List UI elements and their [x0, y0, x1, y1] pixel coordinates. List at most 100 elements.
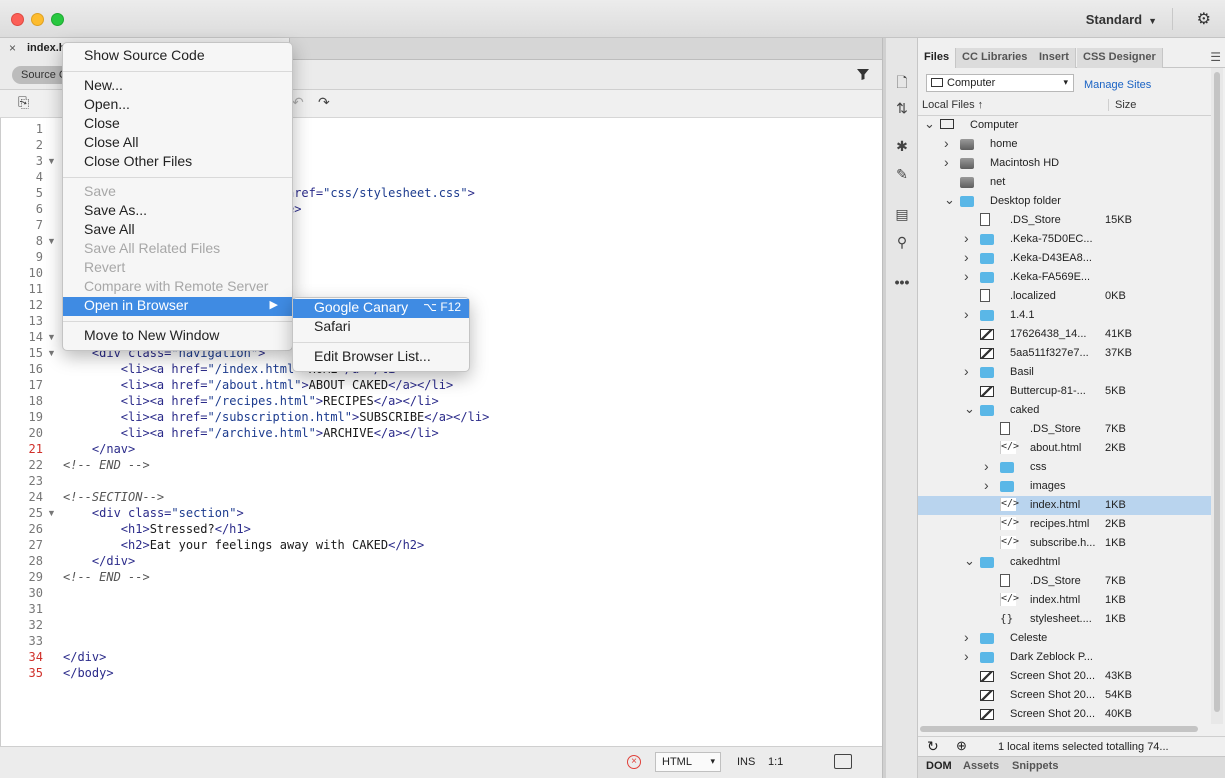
fold-toggle-icon[interactable]: ▼ — [47, 332, 56, 342]
file-tree-row[interactable]: › 1.4.1 — [918, 306, 1211, 325]
undo-icon[interactable]: ↶ — [292, 94, 304, 111]
chevron-right-icon[interactable]: › — [944, 154, 949, 170]
menu-item-close-other-files[interactable]: Close Other Files — [63, 153, 292, 172]
code-line[interactable]: <h1>Stressed?</h1> — [63, 522, 251, 536]
menu-item-open[interactable]: Open... — [63, 96, 292, 115]
file-tree-row[interactable]: › css — [918, 458, 1211, 477]
css-designer-icon[interactable]: ✎ — [892, 166, 912, 183]
file-tree-row[interactable]: › .Keka-FA569E... — [918, 268, 1211, 287]
file-tree-row[interactable]: .DS_Store 15KB — [918, 211, 1211, 230]
files-panel-icon[interactable]: 🗋 — [892, 72, 912, 96]
search-icon[interactable]: ⚲ — [892, 234, 912, 251]
code-line[interactable]: </body> — [63, 666, 114, 680]
code-line[interactable]: <div class="section"> — [63, 506, 244, 520]
chevron-right-icon[interactable]: › — [964, 306, 969, 322]
tab-css-designer[interactable]: CSS Designer — [1077, 48, 1163, 68]
chevron-down-icon[interactable]: ⌄ — [964, 553, 975, 569]
redo-icon[interactable]: ↷ — [318, 94, 330, 111]
file-tree-row[interactable]: 17626438_14... 41KB — [918, 325, 1211, 344]
horizontal-scrollbar[interactable] — [918, 724, 1211, 734]
file-tree-row[interactable]: › Dark Zeblock P... — [918, 648, 1211, 667]
fold-toggle-icon[interactable]: ▼ — [47, 156, 56, 166]
sort-icon[interactable]: ⇅ — [892, 100, 912, 117]
error-icon[interactable]: × — [627, 755, 641, 769]
insert-icon[interactable]: ✱ — [892, 138, 912, 155]
filter-icon[interactable] — [856, 67, 870, 81]
scrollbar-thumb[interactable] — [920, 726, 1198, 732]
chevron-right-icon[interactable]: › — [964, 249, 969, 265]
code-line[interactable]: <li><a href="/subscription.html">SUBSCRI… — [63, 410, 490, 424]
site-select[interactable]: Computer ▾ — [926, 74, 1074, 92]
code-line[interactable]: <li><a href="/recipes.html">RECIPES</a><… — [63, 394, 439, 408]
file-tree-row[interactable]: </> subscribe.h... 1KB — [918, 534, 1211, 553]
local-files-column[interactable]: Local Files ↑ — [922, 99, 983, 111]
gear-icon[interactable]: ⚙ — [1197, 9, 1211, 29]
file-tree-row[interactable]: net — [918, 173, 1211, 192]
file-tree-row[interactable]: </> recipes.html 2KB — [918, 515, 1211, 534]
file-tree-row[interactable]: ⌄ cakedhtml — [918, 553, 1211, 572]
file-tree-row[interactable]: › .Keka-75D0EC... — [918, 230, 1211, 249]
chevron-right-icon[interactable]: › — [964, 230, 969, 246]
file-tree-row[interactable]: › Basil — [918, 363, 1211, 382]
tab-assets[interactable]: Assets — [963, 760, 999, 772]
tab-cc-libraries[interactable]: CC Libraries — [956, 48, 1035, 68]
menu-item-open-in-browser[interactable]: Open in Browser ▶ — [63, 297, 292, 316]
tab-insert[interactable]: Insert — [1033, 48, 1076, 68]
chevron-right-icon[interactable]: › — [944, 135, 949, 151]
chevron-right-icon[interactable]: › — [984, 477, 989, 493]
tab-files[interactable]: Files — [918, 48, 957, 68]
browser-item-google-canary[interactable]: Google Canary ⌥ F12 — [293, 299, 469, 318]
fold-toggle-icon[interactable]: ▼ — [47, 348, 56, 358]
file-tree-row[interactable]: </> index.html 1KB — [918, 591, 1211, 610]
file-tree-row[interactable]: Screen Shot 20... 40KB — [918, 705, 1211, 724]
workspace-switcher[interactable]: Standard ▼ — [1086, 12, 1157, 27]
comment-icon[interactable]: ▤ — [892, 206, 912, 223]
file-tree-row[interactable]: {} stylesheet.... 1KB — [918, 610, 1211, 629]
file-tree-row[interactable]: .DS_Store 7KB — [918, 420, 1211, 439]
minimize-window-button[interactable] — [31, 13, 44, 26]
code-line[interactable]: <li><a href="/archive.html">ARCHIVE</a><… — [63, 426, 439, 440]
file-tree-row[interactable]: Screen Shot 20... 54KB — [918, 686, 1211, 705]
fold-toggle-icon[interactable]: ▼ — [47, 508, 56, 518]
panel-menu-icon[interactable]: ☰ — [1210, 50, 1221, 64]
file-tree-row[interactable]: › Macintosh HD — [918, 154, 1211, 173]
browser-item-edit-browser-list[interactable]: Edit Browser List... — [293, 348, 469, 367]
file-tree-row[interactable]: › images — [918, 477, 1211, 496]
size-column[interactable]: Size — [1108, 99, 1136, 111]
code-line[interactable]: <h2>Eat your feelings away with CAKED</h… — [63, 538, 424, 552]
file-tree-row[interactable]: Screen Shot 20... 43KB — [918, 667, 1211, 686]
chevron-right-icon[interactable]: › — [964, 648, 969, 664]
code-line[interactable]: <!-- END --> — [63, 570, 150, 584]
code-line[interactable]: <li><a href="/about.html">ABOUT CAKED</a… — [63, 378, 453, 392]
new-document-icon[interactable]: ⎘ — [18, 94, 29, 111]
file-tree-row[interactable]: Buttercup-81-... 5KB — [918, 382, 1211, 401]
file-tree-row[interactable]: .DS_Store 7KB — [918, 572, 1211, 591]
code-line[interactable]: </div> — [63, 650, 106, 664]
file-tree-row[interactable]: › home — [918, 135, 1211, 154]
vertical-scrollbar[interactable] — [1211, 68, 1223, 724]
chevron-right-icon[interactable]: › — [964, 268, 969, 284]
menu-item-move-to-new-window[interactable]: Move to New Window — [63, 327, 292, 346]
file-tree-row[interactable]: › .Keka-D43EA8... — [918, 249, 1211, 268]
globe-icon[interactable]: ⊕ — [956, 738, 967, 754]
refresh-icon[interactable]: ↻ — [927, 738, 939, 755]
menu-item-close[interactable]: Close — [63, 115, 292, 134]
code-line[interactable]: </nav> — [63, 442, 135, 456]
chevron-down-icon[interactable]: ⌄ — [924, 116, 935, 132]
fold-toggle-icon[interactable]: ▼ — [47, 236, 56, 246]
chevron-right-icon[interactable]: › — [964, 363, 969, 379]
zoom-window-button[interactable] — [51, 13, 64, 26]
preview-icon[interactable] — [834, 754, 852, 769]
menu-item-new[interactable]: New... — [63, 77, 292, 96]
file-tree-row[interactable]: › Celeste — [918, 629, 1211, 648]
code-line[interactable]: <!--SECTION--> — [63, 490, 164, 504]
language-select[interactable]: HTML ▾ — [655, 752, 721, 772]
file-tree-row[interactable]: ⌄ Computer — [918, 116, 1211, 135]
menu-item-show-source-code[interactable]: Show Source Code — [63, 47, 292, 66]
chevron-down-icon[interactable]: ⌄ — [944, 192, 955, 208]
file-tree-row[interactable]: </> index.html 1KB — [918, 496, 1211, 515]
chevron-right-icon[interactable]: › — [964, 629, 969, 645]
more-icon[interactable]: ••• — [892, 274, 912, 290]
menu-item-save-all[interactable]: Save All — [63, 221, 292, 240]
tab-dom[interactable]: DOM — [926, 760, 952, 772]
